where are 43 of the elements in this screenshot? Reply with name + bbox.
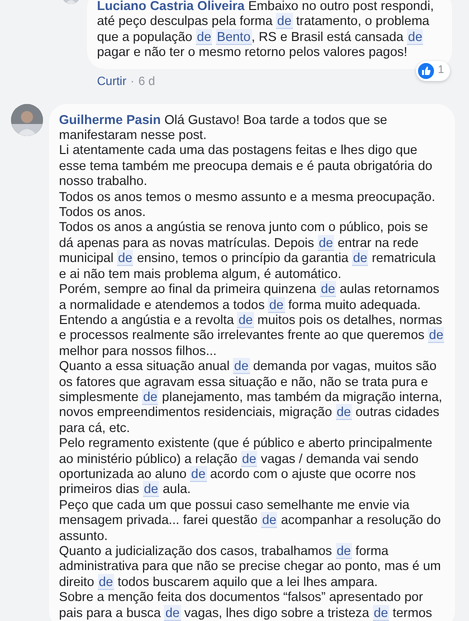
author-link[interactable]: Luciano Castria Oliveira [97, 0, 245, 13]
hashtag-link[interactable]: de [268, 296, 285, 312]
comment-text: Entendo a angústia e a revolta de muitos pois os detalhes, normas e processos realmente são irrelevantes frente ao que queremos de melhor para nossos filhos... [59, 312, 445, 358]
comment-text: Peço que cada um que possui caso semelhante me envie via mensagem privada... farei questão de acompanhar a resolução do assunto. [59, 496, 442, 543]
comment-text: Todos os anos a angústia se renova junto com o público, pois se dá apenas para as novas matrículas. Depois de entrar na rede municipal de ensino, temos o princípio da garantia de rematricula e ai não tem mais problema algum, é automático. [59, 219, 437, 282]
hashtag-link[interactable]: de [117, 250, 134, 266]
hashtag-link[interactable]: de [407, 28, 424, 45]
hashtag-link[interactable]: Bento [216, 28, 252, 45]
hashtag-link[interactable]: de [196, 28, 212, 45]
comment-text: Todos os anos. [59, 204, 147, 220]
comment-text: Sobre a menção feita dos documentos “falsos” apresentado por pais para a busca de vagas, lhes digo sobre a tristeza de termos [59, 589, 434, 620]
comment-text: Todos os anos temos o mesmo assunto e a mesma preocupação. [59, 188, 436, 204]
hashtag-link[interactable]: de [318, 234, 334, 251]
hashtag-link[interactable]: de [98, 574, 114, 590]
like-link[interactable]: Curtir [97, 74, 126, 88]
hashtag-link[interactable]: de [336, 543, 352, 559]
hashtag-link[interactable]: de [352, 250, 368, 266]
comment-text: Luciano Castria Oliveira Embaixo no outro post respondi, até peço desculpas pela forma de tratamento, o problema que a população de Bento, RS e Brasil está cansada de pagar e não ter o mesmo retorno pelos valores pagos! [97, 0, 435, 60]
reaction-badge[interactable]: 1 [416, 60, 450, 81]
comment-text: Porém, sempre ao final da primeira quinzena de aulas retornamos a normalidade e atendemos a todos de forma muito adequada. [59, 281, 440, 312]
reaction-count: 1 [438, 62, 444, 78]
hashtag-link[interactable]: de [276, 13, 292, 30]
hashtag-link[interactable]: de [261, 512, 278, 528]
hashtag-link[interactable]: de [320, 281, 336, 298]
comment-text: Li atentamente cada uma das postagens feitas e lhes digo que esse tema também me preocupa demais e é pauta obrigatória do nosso trabalho. [59, 142, 434, 189]
separator-dot: · [130, 74, 134, 88]
hashtag-link[interactable]: de [336, 404, 352, 420]
hashtag-link[interactable]: de [241, 450, 258, 467]
hashtag-link[interactable]: de [428, 327, 444, 344]
hashtag-link[interactable]: de [372, 604, 390, 621]
comment-text: Quanto a judicialização dos casos, trabalhamos de forma administrativa para que não se precise chegar ao ponto, mas é um direito de todos buscarem aquilo que a lei lhes ampara. [59, 543, 442, 590]
hashtag-link[interactable]: de [164, 604, 181, 621]
comment-text: Pelo regramento existente (que é público e aberto principalmente ao ministério público) a relação de vagas / demanda vai sendo oportunizada ao aluno de acordo com o ajuste que ocorre nos primeiros dias de aula. [59, 435, 434, 497]
hashtag-link[interactable]: de [142, 388, 158, 405]
comment-text: Guilherme Pasin Olá Gustavo! Boa tarde a todos que se manifestaram nesse post. [59, 112, 388, 142]
thumbs-up-icon [418, 62, 434, 79]
author-link[interactable]: Guilherme Pasin [59, 112, 161, 127]
hashtag-link[interactable]: de [190, 466, 207, 482]
hashtag-link[interactable]: de [233, 358, 250, 374]
hashtag-link[interactable]: de [142, 481, 160, 498]
comment-text: Quanto a essa situação anual de demanda por vagas, muitos são os fatores que agravam essa situação e não, não se trata pura e simplesmente de planejamento, mas também da migração interna, novos empreendimentos residenciais, migração de outras cidades para cá, etc. [59, 358, 444, 436]
hashtag-link[interactable]: de [237, 312, 254, 328]
avatar[interactable] [11, 104, 43, 136]
